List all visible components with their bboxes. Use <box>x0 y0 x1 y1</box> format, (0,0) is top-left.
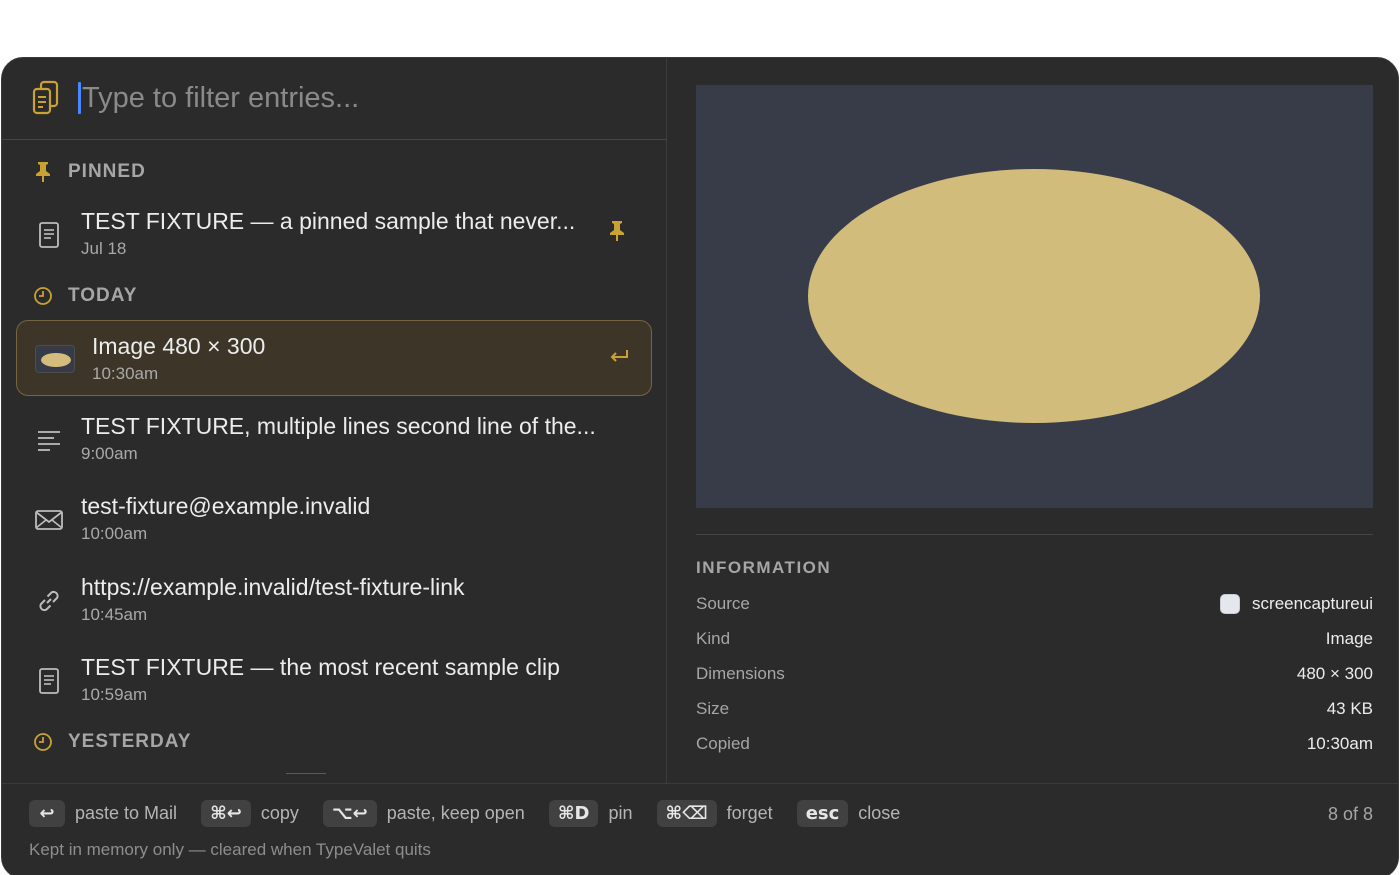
section-header-today: TODAY <box>32 283 137 309</box>
entry-time: 10:59am <box>81 685 148 704</box>
clipboard-panel: PINNED TEST FIXTURE — a pinned sample th… <box>1 57 1399 875</box>
source-app-name: screencaptureui <box>1252 594 1373 613</box>
info-key: Size <box>696 699 730 718</box>
info-key: Kind <box>696 629 731 648</box>
key-cmd-return: ⌘↩ <box>201 800 251 827</box>
entry-title: TEST FIXTURE, multiple lines second line… <box>81 413 596 439</box>
hint-label: paste to Mail <box>75 803 178 823</box>
entry-title: Image 480 × 300 <box>92 333 266 359</box>
key-cmd-d: ⌘D <box>548 800 599 827</box>
section-header-yesterday: YESTERDAY <box>32 729 191 755</box>
text-lines-icon <box>34 425 64 455</box>
clock-icon <box>32 285 54 307</box>
hint-close[interactable]: esc close <box>796 800 901 827</box>
shortcut-footer: ↩ paste to Mail ⌘↩ copy ⌥↩ paste, keep o… <box>2 783 1398 875</box>
entry-time: 10:45am <box>81 605 148 624</box>
entry-title: TEST FIXTURE — a pinned sample that neve… <box>81 208 576 234</box>
truncated-list-item <box>81 766 481 774</box>
hint-copy[interactable]: ⌘↩ copy <box>201 800 299 827</box>
app-icon <box>1220 594 1241 614</box>
info-value: Image <box>1325 629 1373 648</box>
return-icon <box>607 345 631 369</box>
detail-column: INFORMATION Source screencaptureui Kind … <box>668 58 1398 783</box>
section-label: PINNED <box>68 161 146 182</box>
link-icon <box>34 586 64 616</box>
list-item[interactable]: TEST FIXTURE — the most recent sample cl… <box>16 642 652 718</box>
entry-time: 10:30am <box>92 364 159 383</box>
info-value: 43 KB <box>1326 699 1373 718</box>
info-row-copied: Copied 10:30am <box>696 734 1373 758</box>
entry-counter: 8 of 8 <box>1327 804 1373 824</box>
entry-time: 9:00am <box>81 444 138 463</box>
shortcut-hints: ↩ paste to Mail ⌘↩ copy ⌥↩ paste, keep o… <box>29 800 924 827</box>
info-row-kind: Kind Image <box>696 629 1373 653</box>
section-label: TODAY <box>68 285 138 306</box>
memory-note: Kept in memory only — cleared when TypeV… <box>29 840 431 859</box>
key-esc: esc <box>796 800 849 827</box>
entries-column: PINNED TEST FIXTURE — a pinned sample th… <box>2 58 667 783</box>
preview-ellipse <box>808 169 1260 423</box>
hint-label: copy <box>260 803 299 823</box>
info-value: 480 × 300 <box>1296 664 1373 683</box>
clock-icon <box>32 731 54 753</box>
list-item[interactable]: TEST FIXTURE — a pinned sample that neve… <box>16 196 652 272</box>
hint-label: forget <box>726 803 773 823</box>
key-option-return: ⌥↩ <box>322 800 377 827</box>
entry-time: 10:00am <box>81 524 148 543</box>
document-icon <box>34 220 64 250</box>
list-item[interactable]: test-fixture@example.invalid 10:00am <box>16 481 652 557</box>
image-thumbnail <box>35 345 75 373</box>
hint-pin[interactable]: ⌘D pin <box>548 800 633 827</box>
key-cmd-delete: ⌘⌫ <box>656 800 717 827</box>
pin-icon <box>32 161 54 183</box>
divider <box>696 534 1373 535</box>
hint-forget[interactable]: ⌘⌫ forget <box>656 800 773 827</box>
clipboard-icon <box>32 80 60 116</box>
info-row-source: Source screencaptureui <box>696 594 1373 618</box>
hint-paste-keep-open[interactable]: ⌥↩ paste, keep open <box>322 800 525 827</box>
list-item[interactable]: https://example.invalid/test-fixture-lin… <box>16 562 652 638</box>
hint-paste[interactable]: ↩ paste to Mail <box>29 800 177 827</box>
text-caret <box>78 82 81 114</box>
document-icon <box>34 666 64 696</box>
list-item[interactable]: TEST FIXTURE, multiple lines second line… <box>16 401 652 477</box>
entry-title: test-fixture@example.invalid <box>81 493 371 519</box>
search-bar <box>2 58 667 140</box>
section-label: YESTERDAY <box>68 731 192 752</box>
info-key: Dimensions <box>696 664 785 683</box>
info-value: screencaptureui <box>1220 594 1373 614</box>
entry-time: Jul 18 <box>81 239 127 258</box>
pinned-indicator-icon <box>608 220 632 244</box>
entries-list[interactable]: PINNED TEST FIXTURE — a pinned sample th… <box>2 141 667 783</box>
info-key: Copied <box>696 734 750 753</box>
list-item-selected[interactable]: Image 480 × 300 10:30am <box>16 320 652 396</box>
image-preview <box>696 85 1373 508</box>
envelope-icon <box>34 505 64 535</box>
info-row-size: Size 43 KB <box>696 699 1373 723</box>
info-value: 10:30am <box>1306 734 1373 753</box>
key-return: ↩ <box>29 800 65 827</box>
hint-label: paste, keep open <box>386 803 525 823</box>
hint-label: pin <box>608 803 633 823</box>
info-row-dimensions: Dimensions 480 × 300 <box>696 664 1373 688</box>
info-key: Source <box>696 594 750 613</box>
entry-title: TEST FIXTURE — the most recent sample cl… <box>81 654 560 680</box>
hint-label: close <box>858 803 901 823</box>
information-heading: INFORMATION <box>696 558 832 577</box>
section-header-pinned: PINNED <box>32 159 146 185</box>
search-input[interactable] <box>82 76 642 120</box>
entry-title: https://example.invalid/test-fixture-lin… <box>81 574 465 600</box>
